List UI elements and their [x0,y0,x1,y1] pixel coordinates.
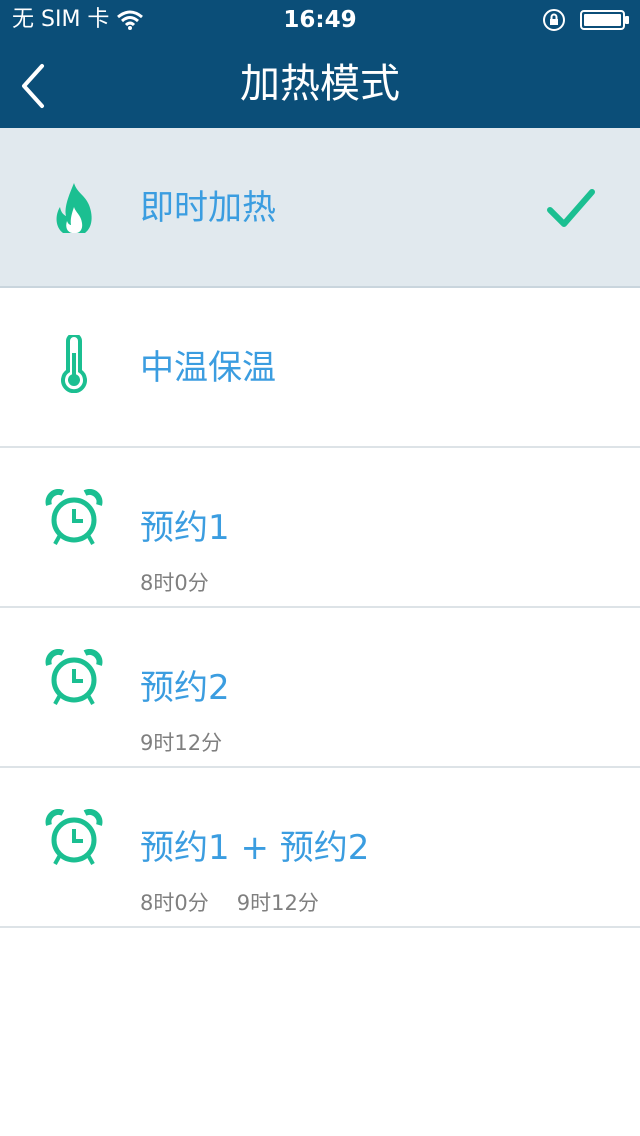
mode-title: 中温保温 [140,348,276,388]
mode-title: 预约1 + 预约2 [140,828,370,868]
page-title: 加热模式 [240,61,400,107]
mode-row-medium-temp[interactable]: 中温保温 [0,288,640,448]
rotation-lock-icon [543,9,565,31]
mode-row-instant-heat[interactable]: 即时加热 [0,128,640,288]
navigation-bar: 加热模式 [0,40,640,128]
mode-title: 即时加热 [140,188,276,228]
mode-row-schedule-2[interactable]: 预约2 9时12分 [0,608,640,768]
flame-icon [44,178,104,238]
status-bar: 无 SIM 卡 16:49 [0,0,640,40]
schedule-times: 8时0分 9时12分 [140,890,319,916]
schedule-times: 9时12分 [140,730,222,756]
alarm-clock-icon [44,648,104,708]
mode-title: 预约2 [140,668,230,708]
schedule-time: 8时0分 [140,571,209,595]
mode-list: 即时加热 中温保温 预约1 8时0分 预约2 9时12分 预约1 + 预约2 8… [0,128,640,928]
battery-icon [580,10,629,30]
alarm-clock-icon [44,488,104,548]
schedule-time: 9时12分 [236,891,319,915]
alarm-clock-icon [44,808,104,868]
checkmark-icon [547,189,595,227]
schedule-times: 8时0分 [140,570,209,596]
mode-row-schedule-1[interactable]: 预约1 8时0分 [0,448,640,608]
mode-row-schedule-both[interactable]: 预约1 + 预约2 8时0分 9时12分 [0,768,640,928]
schedule-time: 9时12分 [140,731,223,755]
schedule-time: 8时0分 [140,891,209,915]
thermometer-icon [44,334,104,394]
status-right [542,6,630,34]
mode-title: 预约1 [140,508,230,548]
